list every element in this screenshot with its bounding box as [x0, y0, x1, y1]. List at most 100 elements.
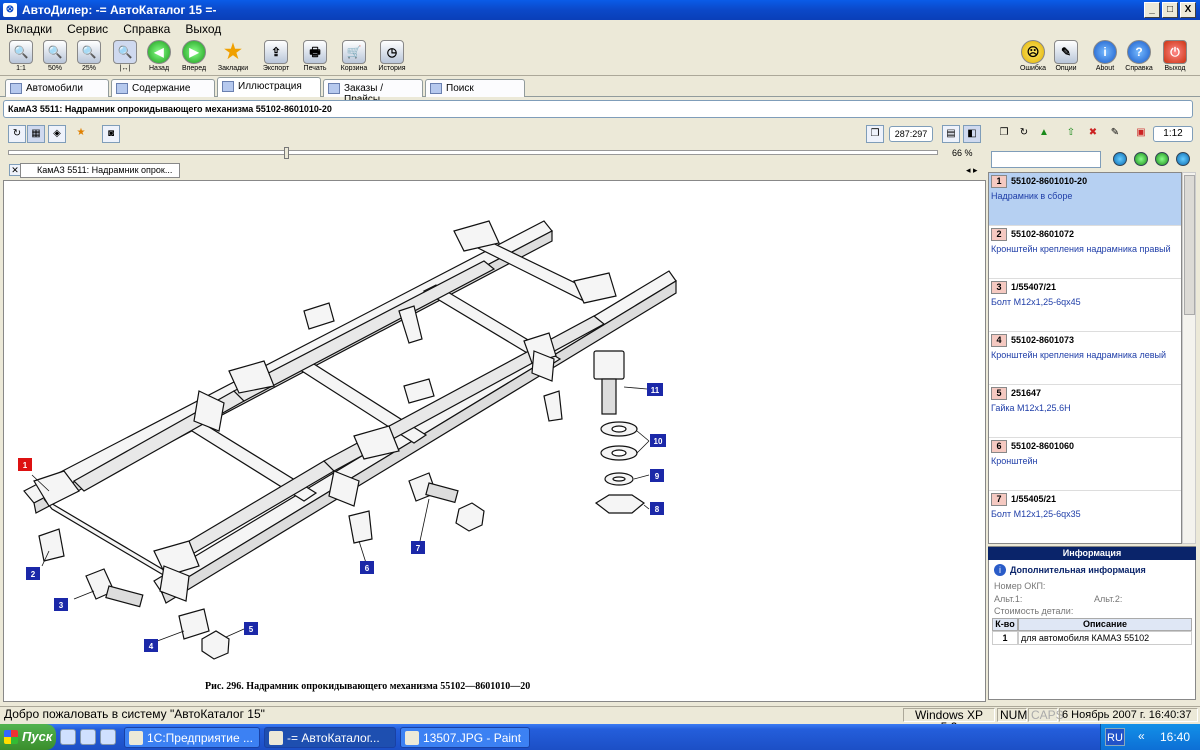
svg-text:3: 3 [59, 601, 64, 610]
task-1c[interactable]: 1С:Предприятие ... [124, 727, 260, 748]
zoom-fit-width-button[interactable]: 🔍 |↔| [108, 40, 142, 73]
close-button[interactable]: X [1180, 2, 1196, 18]
list-item[interactable]: 5 251647 Гайка М12х1,25.6Н [989, 385, 1181, 438]
callout-6[interactable]: 6 [360, 561, 374, 574]
cube-icon[interactable]: ◈ [48, 125, 66, 143]
list-item[interactable]: 2 55102-8601072 Кронштейн крепления надрам… [989, 226, 1181, 279]
svg-text:5: 5 [249, 625, 254, 634]
cart-button[interactable]: 🛒 Корзина [338, 40, 370, 73]
error-button[interactable]: ☹ Ошибка [1018, 40, 1048, 73]
list-item[interactable]: 4 55102-8601073 Кронштейн крепления надрам… [989, 332, 1181, 385]
quicklaunch-app-icon[interactable] [80, 729, 96, 745]
task-autocatalog[interactable]: -= АвтоКаталог... [264, 727, 396, 748]
language-indicator[interactable]: RU [1105, 728, 1125, 746]
callout-8[interactable]: 8 [650, 502, 664, 515]
desc-column-header: Описание [1018, 618, 1192, 631]
copy-icon[interactable]: ❐ [866, 125, 884, 143]
list-item[interactable]: 3 1/55407/21 Болт М12х1,25-6qх45 [989, 279, 1181, 332]
menu-help[interactable]: Справка [117, 20, 176, 38]
nav-last-icon[interactable] [1176, 152, 1190, 166]
zoom-1-1-button[interactable]: 🔍 1:1 [6, 40, 36, 73]
quicklaunch-ie-icon[interactable] [60, 729, 76, 745]
start-button[interactable]: Пуск [0, 724, 56, 750]
orders-icon [328, 83, 340, 94]
menu-service[interactable]: Сервис [61, 20, 114, 38]
tab-scroll-arrows-icon[interactable]: ◂ ▸ [966, 165, 978, 176]
list-item[interactable]: 6 55102-8601060 Кронштейн [989, 438, 1181, 491]
add-up-icon[interactable]: ⇧ [1062, 125, 1080, 143]
bookmarks-button[interactable]: ★ Закладки [216, 40, 250, 73]
list-item[interactable]: 7 1/55405/21 Болт М12х1,25-6qх35 [989, 491, 1181, 543]
export-button[interactable]: ⇪ Экспорт [260, 40, 292, 73]
callout-5[interactable]: 5 [244, 622, 258, 635]
print-parts-icon[interactable]: ▣ [1132, 125, 1150, 143]
scrollbar-thumb[interactable] [1184, 175, 1195, 315]
info-title: Дополнительная информация [1010, 565, 1146, 575]
grid-icon[interactable]: ▦ [27, 125, 45, 143]
qty-cell: 1 [992, 631, 1018, 645]
back-button[interactable]: ◀ Назад [146, 40, 172, 73]
maximize-button[interactable]: □ [1162, 2, 1178, 18]
quicklaunch-paint-icon[interactable] [100, 729, 116, 745]
tab-cars[interactable]: Автомобили [5, 79, 109, 97]
edit-icon[interactable]: ✎ [1106, 125, 1124, 143]
parts-list[interactable]: 1 55102-8601010-20 Надрамник в сборе 2 5510… [988, 172, 1182, 544]
document-tab[interactable]: КамАЗ 5511: Надрамник опрок... [20, 163, 180, 178]
zoom-slider[interactable] [8, 150, 938, 155]
callout-9[interactable]: 9 [650, 469, 664, 482]
status-date: 6 Ноябрь 2007 г. 16:40:37 [1059, 708, 1198, 722]
nav-next-icon[interactable] [1155, 152, 1169, 166]
arrow-left-icon: ◀ [147, 40, 171, 64]
callout-2[interactable]: 2 [26, 567, 40, 580]
callout-1[interactable]: 1 [18, 458, 32, 471]
star-add-icon[interactable]: ★ [72, 125, 90, 143]
history-button[interactable]: ◷ История [376, 40, 408, 73]
tab-orders[interactable]: Заказы / Прайсы [323, 79, 423, 105]
parts-scrollbar[interactable] [1182, 172, 1196, 544]
camera-icon[interactable]: ◙ [102, 125, 120, 143]
tab-search[interactable]: Поиск [425, 79, 525, 97]
tree-icon[interactable]: ▲ [1035, 125, 1053, 143]
callout-10[interactable]: 10 [650, 434, 666, 447]
scale-value: 1:12 [1153, 126, 1193, 142]
minimize-button[interactable]: _ [1144, 2, 1160, 18]
svg-text:8: 8 [655, 505, 660, 514]
qty-column-header: К-во [992, 618, 1018, 631]
task-paint[interactable]: 13507.JPG - Paint [400, 727, 530, 748]
refresh-icon[interactable]: ↻ [8, 125, 26, 143]
callout-11[interactable]: 11 [647, 383, 663, 396]
paint-icon [405, 731, 419, 745]
tab-contents[interactable]: Содержание [111, 79, 215, 97]
about-button[interactable]: i About [1092, 40, 1118, 73]
single-view-icon[interactable]: ▤ [942, 125, 960, 143]
svg-text:10: 10 [654, 437, 663, 446]
nav-first-icon[interactable] [1113, 152, 1127, 166]
exit-button[interactable]: ⏻ Выход [1160, 40, 1190, 73]
nav-prev-icon[interactable] [1134, 152, 1148, 166]
forward-button[interactable]: ▶ Вперед [180, 40, 208, 73]
delete-icon[interactable]: ✖ [1084, 125, 1102, 143]
parts-search-input[interactable] [991, 151, 1101, 168]
split-view-icon[interactable]: ◧ [963, 125, 981, 143]
power-icon: ⏻ [1163, 40, 1187, 64]
menu-tabs[interactable]: Вкладки [0, 20, 58, 38]
copy-parts-icon[interactable]: ❐ [995, 125, 1013, 143]
refresh-parts-icon[interactable]: ↻ [1015, 125, 1033, 143]
illustration-canvas[interactable]: 1 2 3 4 5 6 7 8 9 10 11 [3, 180, 986, 702]
zoom-50-button[interactable]: 🔍 50% [40, 40, 70, 73]
callout-3[interactable]: 3 [54, 598, 68, 611]
zoom-slider-thumb[interactable] [284, 147, 289, 159]
options-button[interactable]: ✎ Опции [1052, 40, 1080, 73]
zoom-25-button[interactable]: 🔍 25% [74, 40, 104, 73]
help-button[interactable]: ? Справка [1124, 40, 1154, 73]
alt1-label: Альт.1: [994, 594, 1023, 604]
tray-expand-icon[interactable]: « [1138, 729, 1145, 743]
tab-illustration[interactable]: Иллюстрация [217, 77, 321, 97]
list-item[interactable]: 1 55102-8601010-20 Надрамник в сборе [989, 173, 1181, 226]
callout-4[interactable]: 4 [144, 639, 158, 652]
window-titlebar[interactable]: ⊗ АвтоДилер: -= АвтоКаталог 15 =- _ □ X [0, 0, 1200, 20]
menu-exit[interactable]: Выход [179, 20, 227, 38]
callout-7[interactable]: 7 [411, 541, 425, 554]
print-button[interactable]: 🖶 Печать [300, 40, 330, 73]
export-icon: ⇪ [264, 40, 288, 64]
